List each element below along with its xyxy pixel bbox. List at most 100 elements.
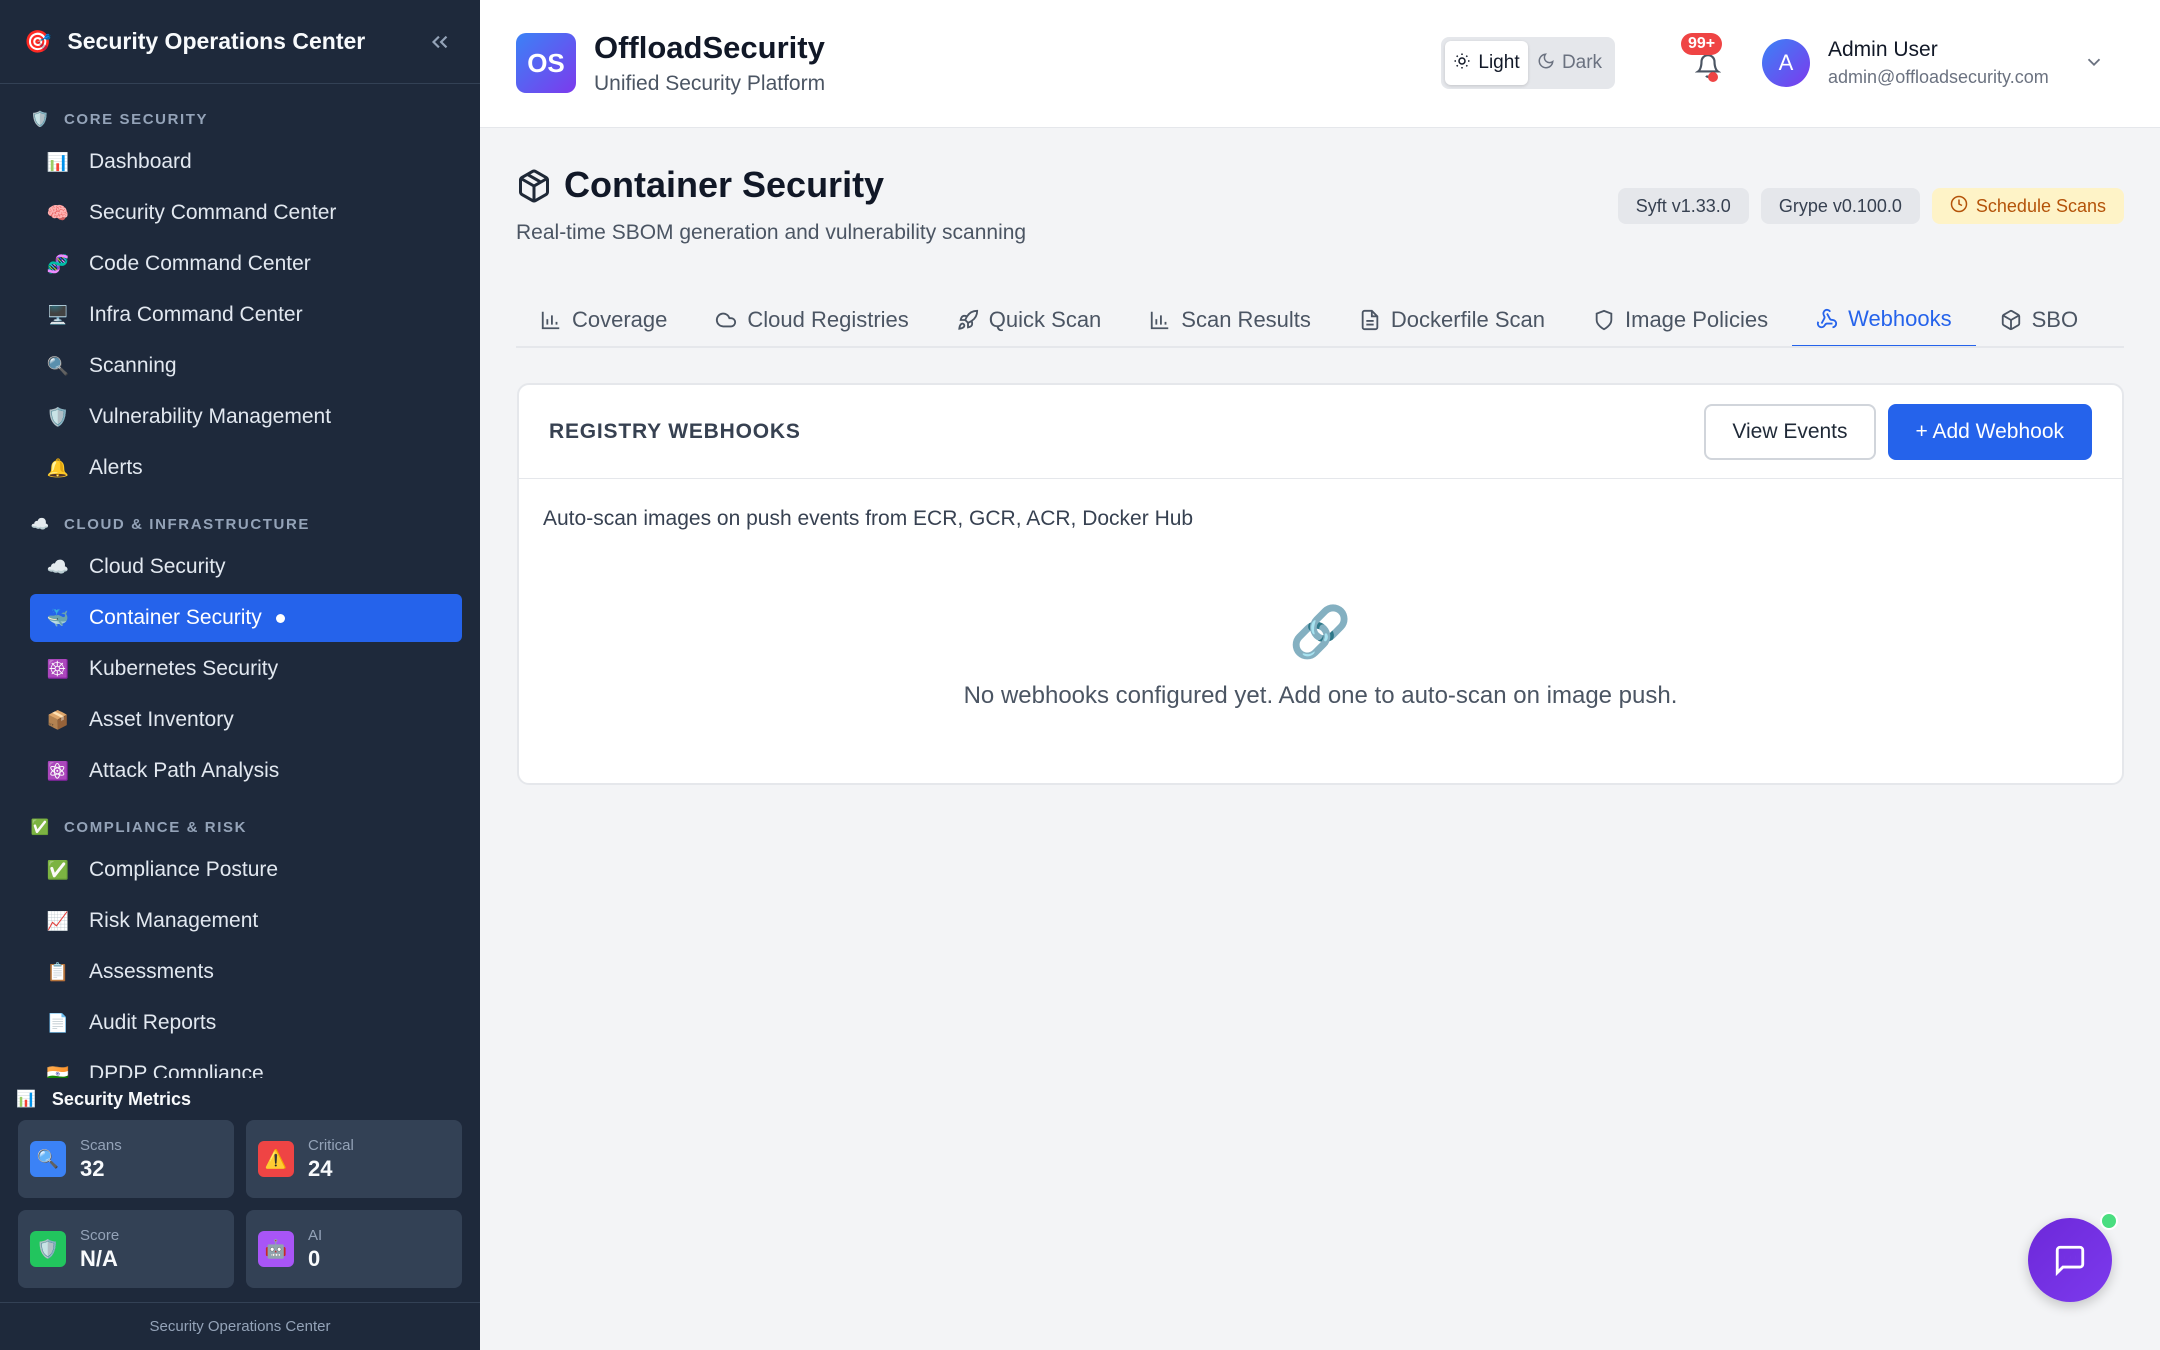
sidebar-item-asset-inventory[interactable]: 📦 Asset Inventory xyxy=(30,696,462,744)
sidebar-item-kubernetes-security[interactable]: ☸️ Kubernetes Security xyxy=(30,645,462,693)
shield-icon: 🛡️ xyxy=(30,111,52,128)
add-webhook-button[interactable]: + Add Webhook xyxy=(1887,403,2092,460)
tool-badges: Syft v1.33.0 Grype v0.100.0 Schedule Sca… xyxy=(1617,188,2124,224)
metric-critical[interactable]: ⚠️ Critical 24 xyxy=(246,1120,462,1198)
section-core-security: 🛡️ CORE SECURITY xyxy=(30,100,462,138)
sidebar-item-security-command-center[interactable]: 🧠 Security Command Center xyxy=(30,189,462,237)
bar-chart-icon xyxy=(540,309,562,331)
metric-value: 32 xyxy=(80,1155,105,1181)
chevron-down-icon[interactable] xyxy=(2080,48,2108,76)
brain-icon: 🧠 xyxy=(46,202,70,223)
metrics-title: 📊 Security Metrics xyxy=(16,1078,462,1120)
whale-icon: 🐳 xyxy=(46,607,70,628)
sidebar-item-infra-command-center[interactable]: 🖥️ Infra Command Center xyxy=(30,291,462,339)
brand-name: OffloadSecurity xyxy=(594,30,825,65)
sidebar-item-dashboard[interactable]: 📊 Dashboard xyxy=(30,138,462,186)
tab-scan-results[interactable]: Scan Results xyxy=(1125,292,1335,346)
tab-label: Image Policies xyxy=(1625,307,1769,332)
view-events-button[interactable]: View Events xyxy=(1704,403,1876,460)
metric-score[interactable]: 🛡️ Score N/A xyxy=(18,1210,234,1288)
link-icon: 🔗 xyxy=(1289,604,1352,660)
brand-tagline: Unified Security Platform xyxy=(594,72,826,95)
monitor-icon: 🖥️ xyxy=(46,304,70,325)
tab-webhooks[interactable]: Webhooks xyxy=(1792,292,1976,346)
chat-icon xyxy=(2055,1245,2085,1277)
sidebar-item-container-security[interactable]: 🐳 Container Security xyxy=(30,594,462,642)
notification-count-badge: 99+ xyxy=(1681,33,1723,55)
sidebar-item-cloud-security[interactable]: ☁️ Cloud Security xyxy=(30,543,462,591)
metric-scans[interactable]: 🔍 Scans 32 xyxy=(18,1120,234,1198)
collapse-sidebar-icon[interactable] xyxy=(424,26,456,58)
checkmark-icon: ✅ xyxy=(30,819,52,836)
metric-label: AI xyxy=(308,1226,323,1244)
tab-label: Dockerfile Scan xyxy=(1390,307,1545,332)
package-icon xyxy=(2000,309,2022,331)
sidebar-item-label: Cloud Security xyxy=(89,555,226,578)
theme-light-button[interactable]: Light xyxy=(1445,41,1528,85)
tab-image-policies[interactable]: Image Policies xyxy=(1569,292,1792,346)
webhook-icon xyxy=(1816,308,1838,330)
tab-coverage[interactable]: Coverage xyxy=(516,292,691,346)
sidebar-item-alerts[interactable]: 🔔 Alerts xyxy=(30,444,462,492)
helm-icon: ☸️ xyxy=(46,658,70,679)
sidebar-item-audit-reports[interactable]: 📄 Audit Reports xyxy=(30,999,462,1047)
section-label: COMPLIANCE & RISK xyxy=(64,818,248,836)
sidebar-item-label: Container Security xyxy=(89,606,262,629)
document-icon: 📄 xyxy=(46,1012,70,1033)
chart-icon: 📊 xyxy=(16,1091,36,1108)
sidebar-title: Security Operations Center xyxy=(67,28,366,54)
package-icon: 📦 xyxy=(46,709,70,730)
package-icon xyxy=(516,168,552,204)
trend-chart-icon: 📈 xyxy=(46,910,70,931)
active-indicator xyxy=(275,613,285,623)
metric-label: Score xyxy=(80,1226,120,1244)
sidebar-item-label: Audit Reports xyxy=(89,1011,217,1034)
cloud-icon xyxy=(715,309,737,331)
tab-label: Quick Scan xyxy=(988,307,1102,332)
checkmark-icon: ✅ xyxy=(46,859,70,880)
brand-logo[interactable]: OS xyxy=(516,33,576,93)
tab-label: Cloud Registries xyxy=(747,307,909,332)
atom-icon: ⚛️ xyxy=(46,760,70,781)
tab-bar: Coverage Cloud Registries Quick Scan Sca… xyxy=(516,292,2124,348)
tab-dockerfile-scan[interactable]: Dockerfile Scan xyxy=(1335,292,1569,346)
tab-quick-scan[interactable]: Quick Scan xyxy=(933,292,1126,346)
shield-icon: 🛡️ xyxy=(30,1231,66,1267)
theme-dark-button[interactable]: Dark xyxy=(1528,41,1611,85)
tab-cloud-registries[interactable]: Cloud Registries xyxy=(691,292,932,346)
sidebar-item-label: Alerts xyxy=(89,456,143,479)
shield-icon xyxy=(1593,309,1615,331)
sidebar-item-compliance-posture[interactable]: ✅ Compliance Posture xyxy=(30,846,462,894)
sidebar: 🎯 Security Operations Center 🛡️ CORE SEC… xyxy=(0,0,480,1350)
user-name: Admin User xyxy=(1828,38,1938,61)
sidebar-item-label: Assessments xyxy=(89,960,214,983)
user-email: admin@offloadsecurity.com xyxy=(1828,67,2049,87)
india-flag-icon: 🇮🇳 xyxy=(46,1063,70,1079)
sidebar-item-attack-path-analysis[interactable]: ⚛️ Attack Path Analysis xyxy=(30,747,462,795)
sidebar-item-label: Scanning xyxy=(89,354,177,377)
sun-icon xyxy=(1453,52,1471,75)
moon-icon xyxy=(1537,52,1555,75)
sidebar-item-risk-management[interactable]: 📈 Risk Management xyxy=(30,897,462,945)
card-description: Auto-scan images on push events from ECR… xyxy=(543,507,1194,530)
clock-icon xyxy=(1950,195,1968,218)
metric-ai[interactable]: 🤖 AI 0 xyxy=(246,1210,462,1288)
sidebar-item-code-command-center[interactable]: 🧬 Code Command Center xyxy=(30,240,462,288)
tab-label: Webhooks xyxy=(1848,305,1952,331)
sidebar-item-vulnerability-management[interactable]: 🛡️ Vulnerability Management xyxy=(30,393,462,441)
sidebar-item-dpdp-compliance[interactable]: 🇮🇳 DPDP Compliance xyxy=(30,1050,462,1078)
chat-button[interactable] xyxy=(2028,1218,2112,1302)
sidebar-item-assessments[interactable]: 📋 Assessments xyxy=(30,948,462,996)
clipboard-icon: 📋 xyxy=(46,961,70,982)
avatar[interactable]: A xyxy=(1762,39,1810,87)
sidebar-item-scanning[interactable]: 🔍 Scanning xyxy=(30,342,462,390)
sidebar-header: 🎯 Security Operations Center xyxy=(0,0,480,84)
bell-icon: 🔔 xyxy=(46,457,70,478)
online-status-dot xyxy=(2100,1212,2118,1230)
sidebar-item-label: Security Command Center xyxy=(89,201,337,224)
theme-dark-label: Dark xyxy=(1561,52,1603,73)
schedule-scans-button[interactable]: Schedule Scans xyxy=(1931,188,2124,224)
tab-sbom[interactable]: SBO xyxy=(1976,292,2102,346)
grype-version-badge: Grype v0.100.0 xyxy=(1760,188,1920,224)
